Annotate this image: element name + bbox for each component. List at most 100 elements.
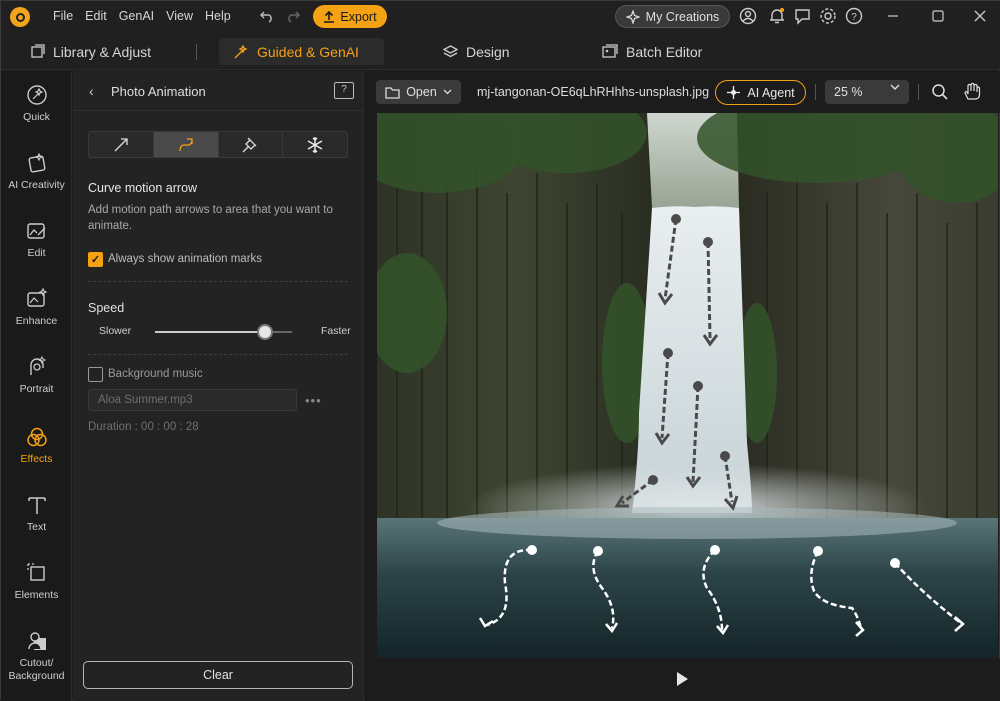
app-window: File Edit GenAI View Help Export My Crea… bbox=[0, 0, 1000, 701]
rail-label-cutout: Cutout/ Background bbox=[8, 657, 65, 682]
speed-min-label: Slower bbox=[99, 325, 132, 337]
clear-button[interactable]: Clear bbox=[83, 661, 353, 689]
portrait-icon bbox=[29, 355, 46, 375]
rail-item-text[interactable]: Text bbox=[1, 493, 72, 534]
always-show-marks-label: Always show animation marks bbox=[108, 253, 263, 265]
edit-image-icon bbox=[26, 223, 45, 239]
divider bbox=[88, 281, 348, 282]
enhance-icon bbox=[26, 287, 47, 307]
photo-animation-panel: ‹ Photo Animation ? Curve motion arrow A… bbox=[73, 71, 364, 701]
workspace-toolbar: Open mj-tangonan-OE6qLhRHhhs-unsplash.jp… bbox=[365, 71, 1000, 113]
playback-bar bbox=[365, 658, 1000, 701]
folder-icon bbox=[385, 86, 400, 99]
redo-icon[interactable] bbox=[285, 9, 301, 23]
account-icon[interactable] bbox=[739, 7, 757, 25]
background-music-checkbox[interactable] bbox=[88, 367, 103, 382]
tab-design[interactable]: Design bbox=[429, 38, 524, 65]
rail-item-effects[interactable]: Effects bbox=[1, 425, 72, 466]
rail-label-enhance: Enhance bbox=[15, 315, 58, 327]
speed-label: Speed bbox=[88, 301, 125, 315]
help-icon[interactable]: ? bbox=[845, 7, 863, 25]
rail-item-edit[interactable]: Edit bbox=[1, 219, 72, 260]
zoom-select[interactable]: 25 % bbox=[825, 80, 909, 104]
settings-gear-icon[interactable] bbox=[819, 7, 837, 25]
tab-batch-label: Batch Editor bbox=[626, 43, 703, 60]
rail-item-enhance[interactable]: Enhance bbox=[1, 287, 72, 328]
notification-bell-icon[interactable] bbox=[768, 7, 786, 25]
anchor-pin-tool[interactable] bbox=[219, 132, 284, 157]
photo-canvas[interactable] bbox=[377, 113, 998, 658]
play-icon[interactable] bbox=[677, 672, 688, 686]
rail-label-portrait: Portrait bbox=[19, 383, 54, 395]
zoom-value: 25 % bbox=[834, 85, 863, 99]
cutout-icon bbox=[27, 632, 46, 650]
music-file-field[interactable]: Aloa Summer.mp3 bbox=[88, 389, 297, 411]
my-creations-button[interactable]: My Creations bbox=[615, 5, 730, 28]
tool-rail: Quick AI Creativity Edit Enhance Portrai… bbox=[1, 71, 72, 701]
menu-edit[interactable]: Edit bbox=[85, 9, 107, 23]
anchor-pin-icon bbox=[242, 137, 257, 152]
hand-pan-icon[interactable] bbox=[963, 82, 981, 101]
section-description: Add motion path arrows to area that you … bbox=[88, 204, 333, 232]
rail-label-elements: Elements bbox=[14, 589, 59, 601]
export-label: Export bbox=[340, 9, 377, 24]
always-show-marks-checkbox[interactable]: ✓ bbox=[88, 252, 103, 267]
export-button[interactable]: Export bbox=[313, 5, 387, 28]
elements-icon bbox=[26, 563, 45, 581]
tab-batch-editor[interactable]: Batch Editor bbox=[588, 38, 716, 65]
minimize-icon[interactable] bbox=[886, 9, 900, 23]
ai-agent-button[interactable]: AI Agent bbox=[715, 80, 806, 105]
ai-agent-icon bbox=[727, 86, 741, 99]
rail-item-elements[interactable]: Elements bbox=[1, 561, 72, 602]
rail-item-quick[interactable]: Quick bbox=[1, 83, 72, 124]
curve-arrow-tool[interactable] bbox=[153, 132, 219, 157]
batch-icon bbox=[602, 44, 618, 58]
tab-library-adjust[interactable]: Library & Adjust bbox=[16, 38, 165, 65]
speed-slider-fill bbox=[155, 331, 265, 333]
divider bbox=[196, 44, 197, 60]
maximize-icon[interactable] bbox=[931, 9, 945, 23]
quick-icon bbox=[26, 85, 47, 105]
back-chevron-icon[interactable]: ‹ bbox=[89, 83, 94, 99]
search-zoom-icon[interactable] bbox=[931, 83, 949, 101]
divider bbox=[918, 84, 919, 100]
menu-help[interactable]: Help bbox=[205, 9, 231, 23]
divider bbox=[88, 354, 348, 355]
layers-icon bbox=[443, 45, 458, 58]
my-creations-label: My Creations bbox=[645, 9, 720, 24]
sparkle-icon bbox=[625, 9, 640, 24]
rail-item-portrait[interactable]: Portrait bbox=[1, 355, 72, 396]
speed-slider-handle[interactable] bbox=[256, 324, 273, 340]
more-options-icon[interactable]: ••• bbox=[305, 393, 322, 408]
animation-tool-selector bbox=[88, 131, 348, 158]
panel-header: ‹ Photo Animation ? bbox=[73, 71, 364, 111]
divider bbox=[815, 84, 816, 100]
tutorial-help-icon[interactable]: ? bbox=[334, 82, 354, 99]
pool bbox=[377, 518, 998, 658]
open-label: Open bbox=[406, 85, 437, 99]
close-icon[interactable] bbox=[973, 9, 987, 23]
effects-icon bbox=[26, 427, 47, 447]
rail-item-ai-creativity[interactable]: AI Creativity bbox=[1, 151, 72, 192]
menu-view[interactable]: View bbox=[166, 9, 193, 23]
file-name: mj-tangonan-OE6qLhRHhhs-unsplash.jpg bbox=[477, 85, 710, 99]
curve-arrow-icon bbox=[178, 137, 193, 151]
menu-file[interactable]: File bbox=[53, 9, 73, 23]
ai-agent-label: AI Agent bbox=[747, 85, 795, 100]
rail-item-cutout-background[interactable]: Cutout/ Background bbox=[1, 629, 72, 683]
ai-creativity-icon bbox=[28, 152, 45, 173]
announcement-icon[interactable] bbox=[794, 7, 812, 25]
rail-label-ai-creativity: AI Creativity bbox=[8, 179, 65, 191]
background-music-label: Background music bbox=[108, 368, 203, 380]
chevron-down-icon bbox=[890, 84, 900, 90]
tab-guided-genai[interactable]: Guided & GenAI bbox=[219, 38, 384, 65]
undo-icon[interactable] bbox=[259, 9, 275, 23]
straight-arrow-tool[interactable] bbox=[89, 132, 154, 157]
menu-genai[interactable]: GenAI bbox=[119, 9, 154, 23]
tab-library-label: Library & Adjust bbox=[53, 43, 152, 60]
speed-max-label: Faster bbox=[321, 325, 351, 337]
open-button[interactable]: Open bbox=[376, 80, 461, 104]
rail-label-effects: Effects bbox=[20, 453, 53, 465]
freeze-tool[interactable] bbox=[283, 132, 347, 157]
title-bar: File Edit GenAI View Help Export My Crea… bbox=[1, 1, 1000, 32]
